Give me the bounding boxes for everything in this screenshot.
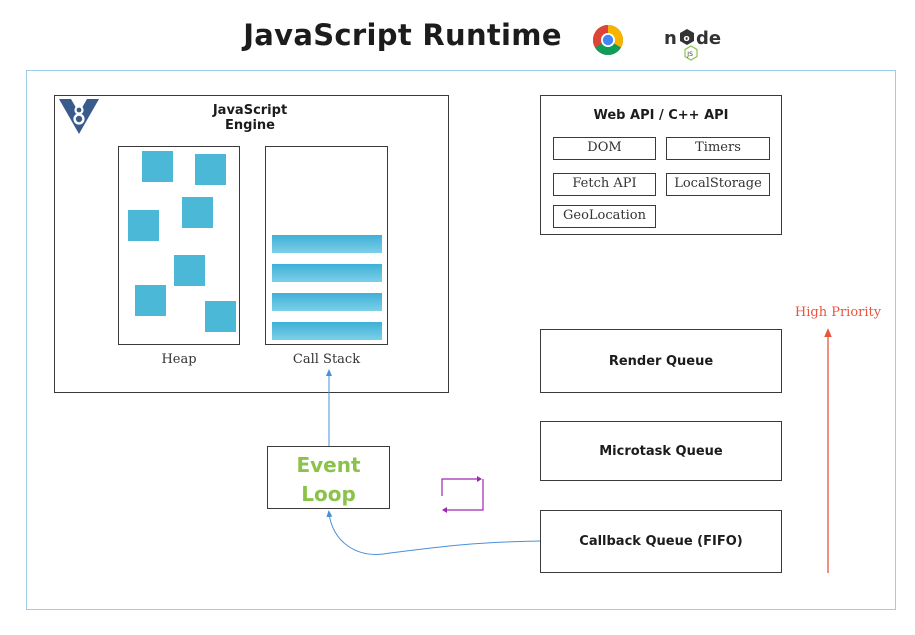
loop-cycle-icon — [441, 476, 484, 513]
callback-to-event-loop-arrow — [326, 510, 541, 555]
connector-layer — [326, 328, 832, 573]
